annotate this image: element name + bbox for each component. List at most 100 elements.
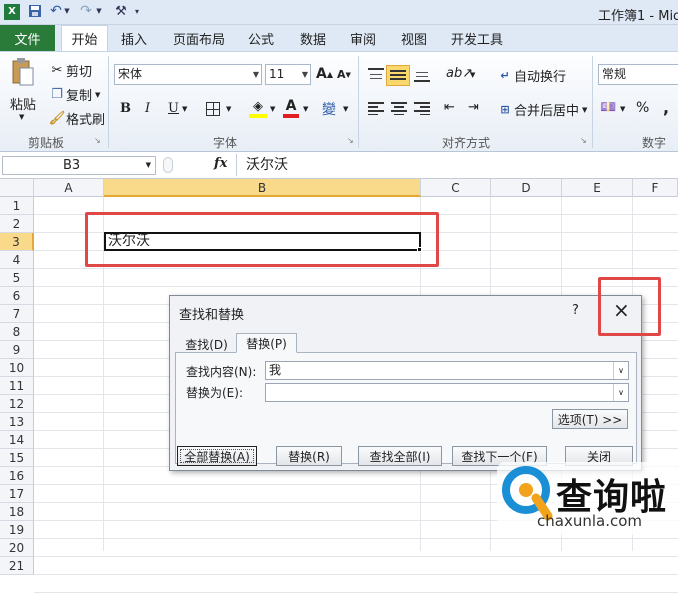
tab-insert[interactable]: 插入 [114, 25, 154, 51]
redo-dropdown-icon[interactable]: ▼ [95, 3, 103, 19]
row-header[interactable]: 19 [0, 521, 34, 539]
tool-icon[interactable]: ⚒ [113, 3, 129, 19]
bold-button[interactable]: B [120, 101, 131, 116]
font-name-combo[interactable]: 宋体 ▼ [114, 64, 262, 85]
row-header[interactable]: 4 [0, 251, 34, 269]
borders-dropdown-icon[interactable]: ▼ [226, 105, 231, 113]
fill-color-icon[interactable]: ◈ [249, 99, 267, 118]
row-header[interactable]: 1 [0, 197, 34, 215]
tab-review[interactable]: 审阅 [345, 25, 381, 51]
copy-button[interactable]: ❐ 复制 ▼ [48, 85, 100, 104]
comma-button[interactable]: , [663, 98, 669, 117]
column-header-f[interactable]: F [633, 179, 678, 197]
grow-font-icon[interactable]: A ▲ [316, 66, 333, 82]
orientation-dropdown-icon[interactable]: ▼ [470, 71, 475, 79]
currency-dropdown-icon[interactable]: ▼ [620, 105, 625, 113]
tab-developer[interactable]: 开发工具 [446, 25, 508, 51]
row-header[interactable]: 6 [0, 287, 34, 305]
merge-center-button[interactable]: ⊞ 合并后居中 ▼ [496, 100, 587, 119]
row-header[interactable]: 11 [0, 377, 34, 395]
currency-icon[interactable]: 💷 [600, 100, 616, 115]
dialog-launcher-icon[interactable]: ↘ [347, 136, 354, 145]
tab-view[interactable]: 视图 [396, 25, 432, 51]
align-middle-icon[interactable] [386, 65, 410, 86]
font-color-dropdown-icon[interactable]: ▼ [303, 105, 308, 113]
help-button[interactable]: ? [572, 303, 579, 318]
column-header-b[interactable]: B [104, 179, 421, 197]
tab-replace[interactable]: 替换(P) [236, 333, 297, 353]
find-input[interactable]: 我 ∨ [265, 361, 629, 380]
tab-file[interactable]: 文件 [0, 25, 55, 51]
row-header[interactable]: 9 [0, 341, 34, 359]
dialog-launcher-icon[interactable]: ↘ [94, 136, 101, 145]
column-header-d[interactable]: D [491, 179, 562, 197]
formula-bar-handle[interactable] [163, 157, 173, 173]
customize-qat-icon[interactable]: ▾ [132, 3, 142, 19]
wrap-text-button[interactable]: ↵ 自动换行 [496, 66, 566, 85]
function-icon[interactable]: fx [214, 156, 227, 171]
increase-indent-icon[interactable]: ⇥ [468, 100, 479, 115]
row-header[interactable]: 10 [0, 359, 34, 377]
redo-icon[interactable]: ↷ [78, 3, 94, 19]
number-format-combo[interactable]: 常规 [598, 64, 678, 85]
format-painter-button[interactable]: 🖌 格式刷 [48, 109, 105, 128]
row-header[interactable]: 5 [0, 269, 34, 287]
row-header[interactable]: 8 [0, 323, 34, 341]
row-header[interactable]: 21 [0, 557, 34, 575]
shrink-font-icon[interactable]: A ▼ [337, 68, 351, 81]
row-header[interactable]: 15 [0, 449, 34, 467]
font-color-icon[interactable]: A [283, 99, 299, 118]
row-header[interactable]: 13 [0, 413, 34, 431]
align-left-icon[interactable] [368, 102, 384, 115]
borders-icon[interactable] [206, 102, 220, 116]
row-header[interactable]: 16 [0, 467, 34, 485]
align-top-icon[interactable] [368, 68, 384, 82]
paste-icon[interactable] [11, 57, 35, 87]
row-header[interactable]: 14 [0, 431, 34, 449]
replace-all-button[interactable]: 全部替换(A) [177, 446, 257, 466]
tab-home[interactable]: 开始 [61, 25, 108, 51]
row-header[interactable]: 12 [0, 395, 34, 413]
chevron-down-icon[interactable]: ∨ [613, 362, 628, 379]
tab-find[interactable]: 查找(D) [179, 336, 234, 354]
save-icon[interactable] [27, 3, 43, 19]
select-all-corner[interactable] [0, 179, 34, 197]
tab-page-layout[interactable]: 页面布局 [168, 25, 230, 51]
paste-dropdown-icon[interactable]: ▼ [19, 113, 24, 121]
name-box[interactable]: B3 ▼ [2, 156, 156, 175]
replace-input[interactable]: ∨ [265, 383, 629, 402]
row-header[interactable]: 20 [0, 539, 34, 557]
row-header[interactable]: 17 [0, 485, 34, 503]
phonetic-icon[interactable]: 變 [322, 99, 336, 119]
undo-dropdown-icon[interactable]: ▼ [63, 3, 71, 19]
row-header[interactable]: 18 [0, 503, 34, 521]
column-header-c[interactable]: C [421, 179, 491, 197]
column-header-a[interactable]: A [34, 179, 104, 197]
align-right-icon[interactable] [414, 102, 430, 115]
decrease-indent-icon[interactable]: ⇤ [444, 100, 455, 115]
underline-button[interactable]: U [168, 101, 179, 116]
cut-button[interactable]: ✂ 剪切 [48, 61, 92, 80]
replace-button[interactable]: 替换(R) [276, 446, 342, 466]
fill-color-dropdown-icon[interactable]: ▼ [270, 105, 275, 113]
align-bottom-icon[interactable] [414, 68, 430, 82]
tab-data[interactable]: 数据 [295, 25, 331, 51]
formula-input[interactable]: 沃尔沃 [236, 154, 678, 176]
align-center-icon[interactable] [391, 102, 407, 115]
percent-button[interactable]: % [636, 100, 649, 116]
italic-button[interactable]: I [145, 101, 150, 116]
undo-icon[interactable]: ↶ [48, 3, 64, 19]
font-size-combo[interactable]: 11 ▼ [265, 64, 311, 85]
row-header[interactable]: 7 [0, 305, 34, 323]
row-header[interactable]: 3 [0, 233, 34, 251]
find-all-button[interactable]: 查找全部(I) [358, 446, 442, 466]
tab-formulas[interactable]: 公式 [243, 25, 279, 51]
column-header-e[interactable]: E [562, 179, 633, 197]
dialog-launcher-icon[interactable]: ↘ [580, 136, 587, 145]
underline-dropdown-icon[interactable]: ▼ [182, 105, 187, 113]
chevron-down-icon[interactable]: ∨ [613, 384, 628, 401]
phonetic-dropdown-icon[interactable]: ▼ [343, 105, 348, 113]
paste-button[interactable]: 粘贴 [10, 94, 36, 113]
row-header[interactable]: 2 [0, 215, 34, 233]
options-button[interactable]: 选项(T) >> [552, 409, 628, 429]
